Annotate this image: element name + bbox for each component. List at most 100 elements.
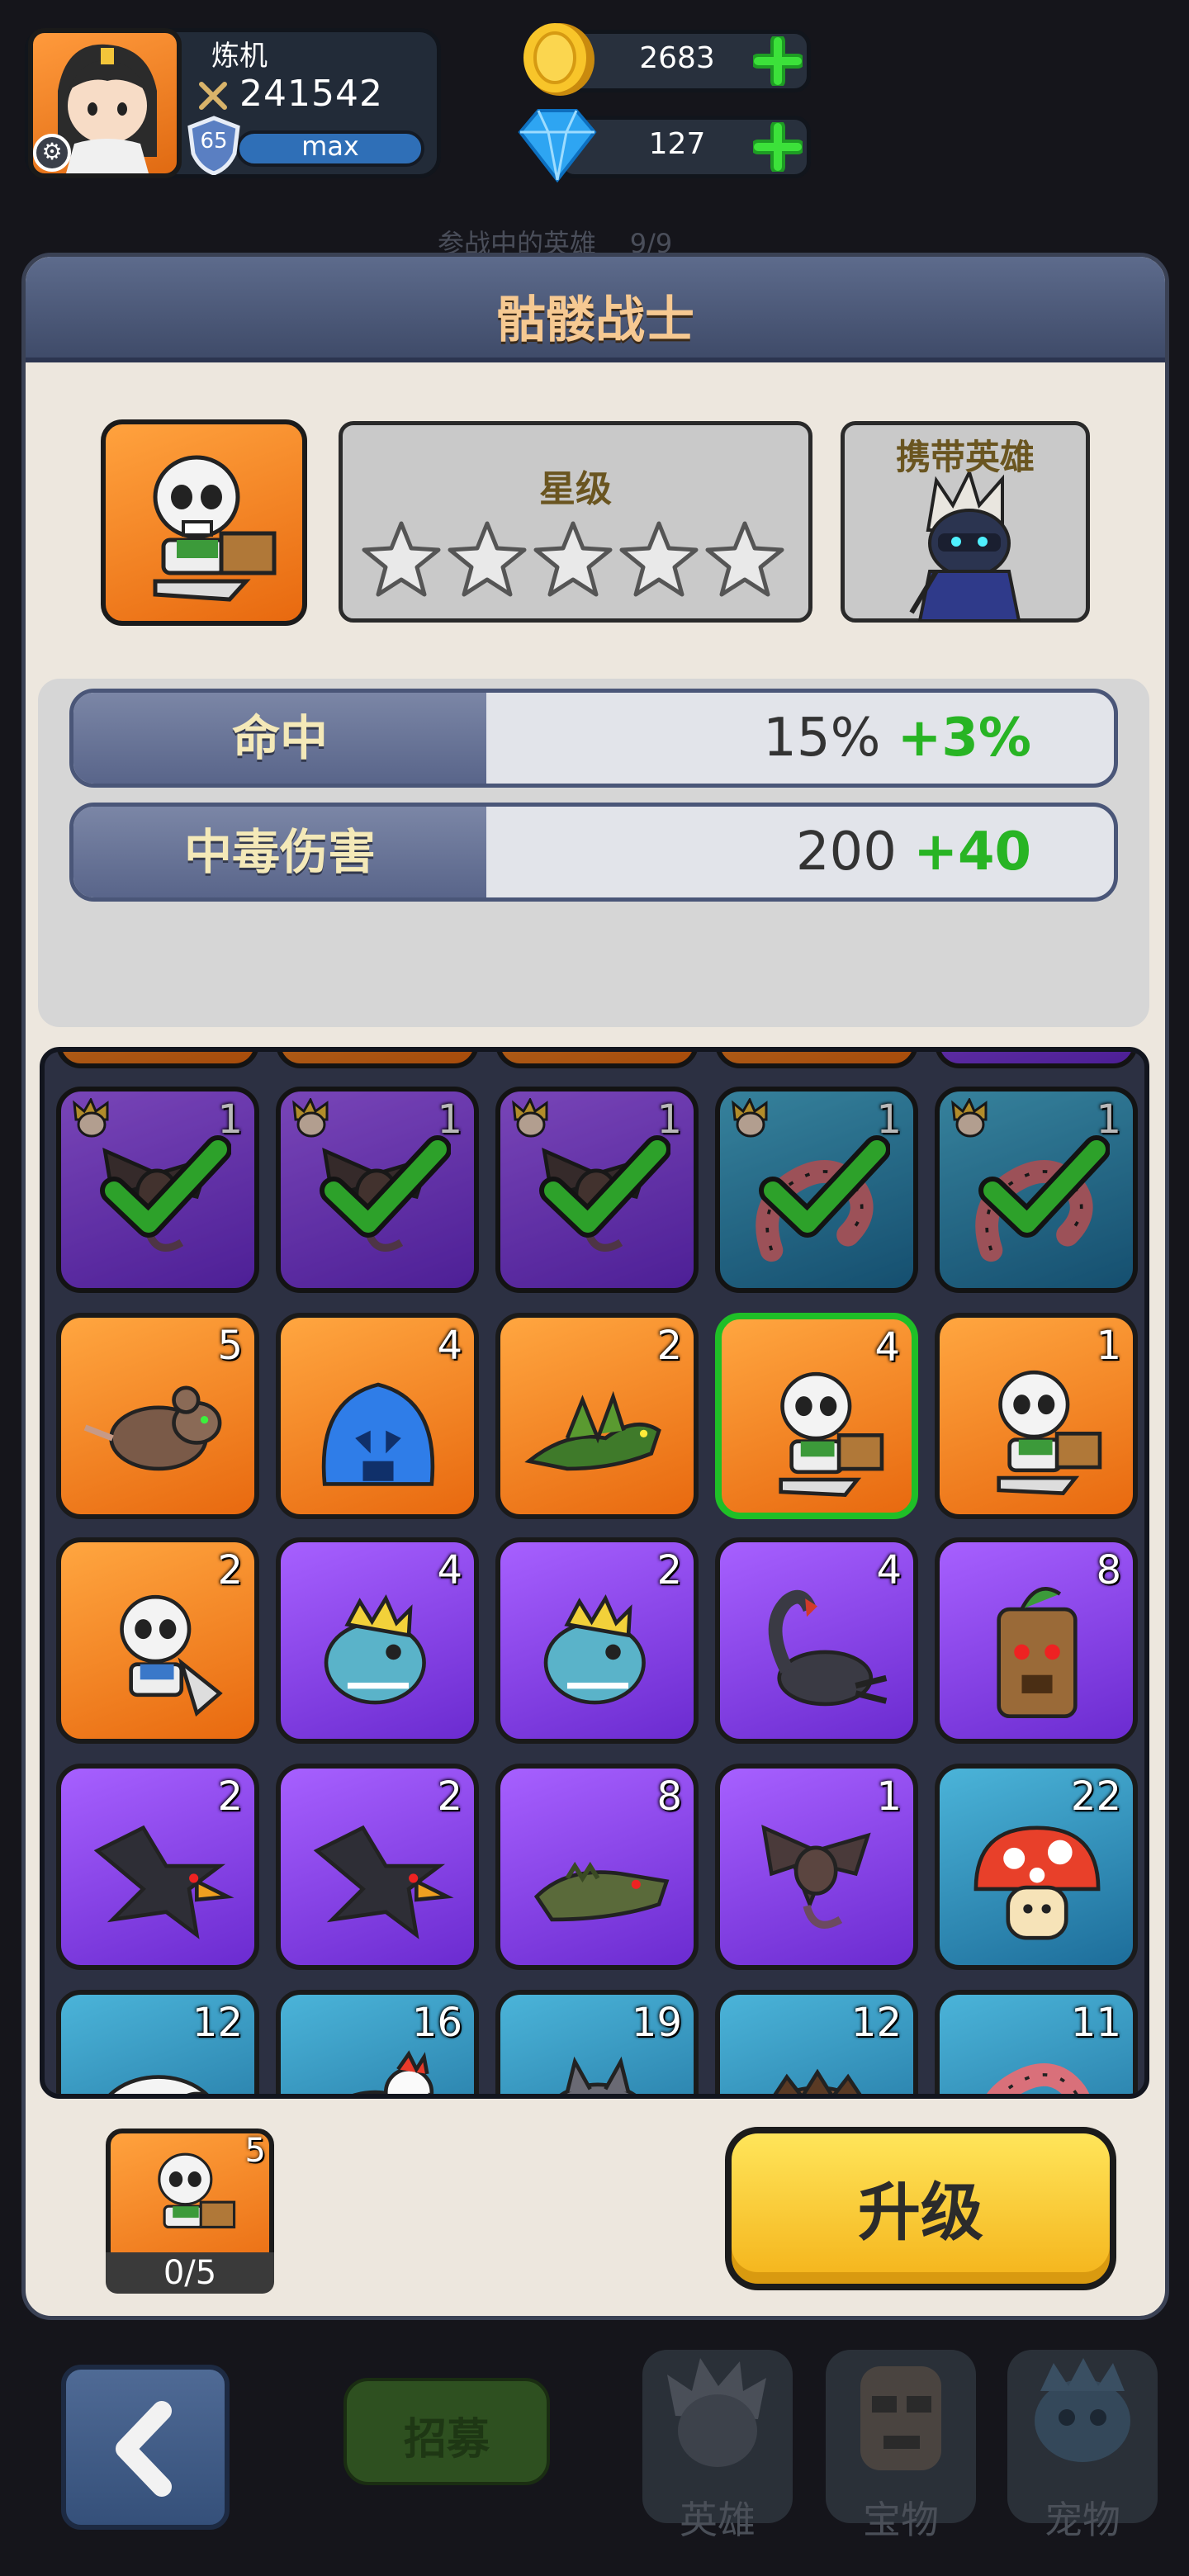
grid-cell-partial [715,1052,918,1068]
material-cell-sheep[interactable]: 12 [56,1990,259,2094]
material-cell-worm[interactable]: 11 [935,1990,1138,2094]
material-progress-label: 0/5 [163,2254,217,2292]
cell-count: 2 [217,1773,243,1820]
stat-value: 15% +3% [763,708,1031,769]
material-cell-slime[interactable]: 4 [276,1313,479,1519]
cell-count: 2 [437,1773,462,1820]
gold-amount: 2683 [639,41,715,75]
ninja-hero-icon [909,472,1021,621]
slime-icon [321,1382,435,1486]
material-cell-boar[interactable]: 12 [715,1990,918,2094]
checkmark-icon [759,1135,890,1238]
material-cell-chicken[interactable]: 16 [276,1990,479,2094]
stat-row-hit: 命中 15% +3% [69,689,1118,788]
hero-card [101,419,307,626]
upgrade-button-label[interactable]: 升级 [725,2162,1116,2252]
fish-icon [324,1594,426,1705]
modal-title: 骷髅战士 [496,291,694,349]
back-arrow-icon [116,2401,172,2497]
settings-gear-icon[interactable]: ⚙ [33,134,71,172]
stat-value: 200 +40 [795,822,1031,883]
rat-icon [83,1385,222,1471]
checkmark-icon [539,1135,670,1238]
cell-count: 11 [1070,2000,1121,2046]
tab-pets-label: 宠物 [1045,2498,1120,2542]
star-icon [448,521,527,597]
cell-count: 2 [217,1547,243,1593]
material-cell-worm[interactable]: 1 [935,1087,1138,1293]
gem-amount: 127 [648,127,706,161]
checkmark-icon [320,1135,451,1238]
add-gold-plus-icon[interactable] [753,36,803,86]
cell-count: 19 [631,2000,682,2046]
skeleton-warrior-icon [153,455,277,602]
pet-dragon-icon [1035,2358,1130,2462]
material-cell-treant[interactable]: 8 [935,1537,1138,1744]
cell-count: 5 [217,1323,243,1369]
treant-icon [997,1587,1078,1719]
grid-cell-partial [56,1052,259,1068]
cell-count: 4 [437,1547,462,1593]
checkmark-icon [100,1135,231,1238]
cell-count: 2 [656,1323,682,1369]
add-gem-plus-icon[interactable] [753,122,803,172]
crossed-swords-icon [199,82,227,110]
skeleton-axe-icon [120,1594,223,1717]
tab-treasure-label: 宝物 [863,2498,939,2542]
cell-count: 8 [656,1773,682,1820]
stat-name: 命中 [231,710,328,766]
combat-power: 241542 [239,73,383,115]
cell-count: 1 [876,1773,902,1820]
hero-head-icon [667,2358,766,2467]
material-cell-mushroom[interactable]: 22 [935,1764,1138,1970]
bat-icon [761,1824,871,1929]
material-grid[interactable]: 1 1 1 1 1 5 4 2 4 1 2 4 2 4 8 2 2 8 1 22 12 16 19 12 11 [40,1047,1149,2099]
cell-count: 1 [656,1096,682,1143]
level-bar-label: max [301,130,359,162]
lizard-icon [524,1390,661,1471]
material-cell-skeleton[interactable]: 1 [935,1313,1138,1519]
material-cell-bat[interactable]: 1 [276,1087,479,1293]
treasure-mask-icon [860,2366,941,2470]
cell-count: 1 [876,1096,902,1143]
mushroom-icon [973,1825,1101,1940]
required-material-count: 5 [244,2132,266,2170]
cell-count: 1 [437,1096,462,1143]
material-cell-fish[interactable]: 2 [495,1537,699,1744]
stat-row-poison-damage: 中毒伤害 200 +40 [69,803,1118,902]
material-cell-bat[interactable]: 1 [56,1087,259,1293]
gold-coin-icon [523,23,594,96]
star-icon [533,521,613,597]
material-cell-bat[interactable]: 1 [715,1764,918,1970]
cell-count: 12 [192,2000,243,2046]
tab-heroes-label: 英雄 [680,2498,756,2542]
material-cell-worm[interactable]: 1 [715,1087,918,1293]
material-cell-skeleton-axe[interactable]: 2 [56,1537,259,1744]
cell-count: 4 [437,1323,462,1369]
scorpion-icon [768,1589,888,1707]
material-cell-lizard[interactable]: 2 [495,1313,699,1519]
material-cell-croc[interactable]: 8 [495,1764,699,1970]
stat-name: 中毒伤害 [183,824,376,880]
cell-count: 8 [1096,1547,1121,1593]
back-button[interactable] [61,2365,230,2530]
grid-cell-partial [495,1052,699,1068]
cell-count: 1 [1096,1323,1121,1369]
material-cell-scorpion[interactable]: 4 [715,1537,918,1744]
star-icon [619,521,699,597]
material-cell-crow[interactable]: 2 [276,1764,479,1970]
cell-count: 1 [217,1096,243,1143]
skeleton-icon [997,1370,1102,1495]
material-cell-skeleton[interactable]: 4 [715,1313,918,1519]
cell-count: 4 [876,1547,902,1593]
material-cell-fish[interactable]: 4 [276,1537,479,1744]
player-level: 65 [200,129,228,154]
material-cell-rat[interactable]: 5 [56,1313,259,1519]
recruit-button-label[interactable]: 招募 [343,2404,550,2466]
material-cell-crow[interactable]: 2 [56,1764,259,1970]
material-cell-bat[interactable]: 1 [495,1087,699,1293]
crow-icon [313,1825,454,1939]
material-cell-wolf[interactable]: 19 [495,1990,699,2094]
fish-icon [543,1594,646,1705]
skeleton-icon [779,1371,884,1497]
